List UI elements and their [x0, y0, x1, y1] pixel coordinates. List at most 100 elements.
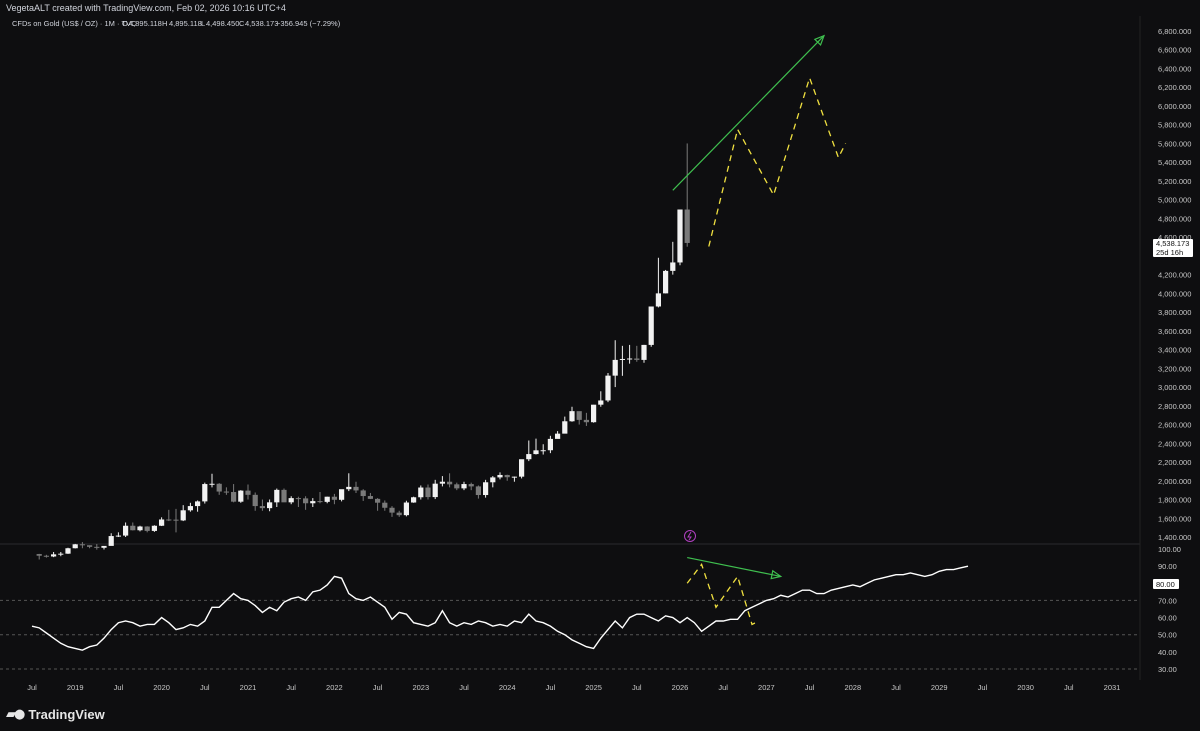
legend-open-label: O: [122, 19, 128, 28]
price-projection-path: [708, 75, 847, 247]
candle-body: [598, 400, 604, 405]
candle: [475, 485, 481, 499]
price-tick-label: 2,800.000: [1158, 402, 1191, 411]
price-tick-label: 2,200.000: [1158, 458, 1191, 467]
candle: [58, 551, 64, 557]
time-tick-label: 2022: [326, 683, 343, 692]
price-tick-label: 5,000.000: [1158, 196, 1191, 205]
candle-body: [310, 501, 316, 504]
candle: [195, 500, 201, 512]
candle-body: [252, 494, 258, 507]
price-tick-label: 5,400.000: [1158, 158, 1191, 167]
candle-body: [331, 496, 337, 500]
price-tick-label: 6,800.000: [1158, 27, 1191, 36]
candle-body: [583, 419, 589, 423]
candle-body: [339, 489, 345, 500]
rsi-value-badge[interactable]: 80.00: [1153, 579, 1179, 589]
candle-body: [619, 358, 625, 360]
candle: [612, 340, 618, 388]
candle: [108, 533, 114, 546]
candle: [555, 431, 561, 439]
candle-body: [663, 270, 669, 294]
candle: [641, 344, 647, 363]
candle: [454, 482, 460, 491]
candle: [36, 553, 42, 560]
candle: [562, 416, 568, 434]
time-tick-label: 2031: [1104, 683, 1121, 692]
candle-body: [547, 438, 553, 451]
price-tick-label: 6,000.000: [1158, 102, 1191, 111]
rsi-tick-label: 40.00: [1158, 648, 1177, 657]
time-tick-label: 2026: [672, 683, 689, 692]
candle-body: [151, 525, 157, 531]
candle: [101, 545, 107, 550]
candle: [648, 306, 654, 347]
candle-body: [65, 548, 71, 554]
last-price-badge[interactable]: 4,538.173 25d 16h: [1153, 239, 1193, 257]
legend-open-value: 4,895.118: [129, 19, 162, 28]
candle-body: [569, 411, 575, 422]
candle-body: [58, 553, 64, 555]
candle-body: [231, 492, 237, 502]
tradingview-logo-icon: ▰●: [6, 706, 25, 722]
candle: [569, 406, 575, 422]
price-tick-label: 3,000.000: [1158, 383, 1191, 392]
candle: [684, 143, 690, 247]
time-tick-label: Jul: [27, 683, 37, 692]
candle-body: [627, 358, 633, 360]
candle-body: [94, 546, 100, 548]
candle: [72, 543, 78, 549]
candle: [461, 481, 467, 491]
candle-body: [180, 510, 186, 521]
candle: [511, 476, 517, 482]
candle-body: [317, 501, 323, 503]
candle-body: [144, 526, 150, 531]
rsi-trendline[interactable]: [687, 556, 781, 578]
price-tick-label: 1,800.000: [1158, 496, 1191, 505]
candle: [166, 509, 172, 522]
candle: [360, 489, 366, 501]
candle-body: [223, 491, 229, 493]
price-trendline[interactable]: [672, 35, 825, 191]
price-axis[interactable]: 6,800.000 6,600.000 6,400.000 6,200.000 6,00…: [1158, 27, 1191, 542]
legend-symbol: CFDs on Gold (US$ / OZ) · 1M · TVC: [12, 19, 137, 28]
rsi-tick-label: 50.00: [1158, 631, 1177, 640]
candle-body: [195, 501, 201, 507]
candle-body: [360, 490, 366, 497]
candle-body: [375, 498, 381, 503]
candle-body: [533, 450, 539, 455]
candle-body: [447, 481, 453, 485]
candle-body: [432, 483, 438, 498]
candle: [677, 209, 683, 266]
candle: [238, 490, 244, 503]
tradingview-logo[interactable]: ▰● TradingView: [6, 705, 105, 723]
time-tick-label: 2029: [931, 683, 948, 692]
time-axis[interactable]: Jul 2019 Jul 2020 Jul 2021 Jul 2022 Jul 2023 Jul 20…: [27, 683, 1120, 692]
candle-body: [403, 502, 409, 516]
candle: [346, 473, 352, 492]
rsi-axis[interactable]: 100.00 90.00 70.00 60.00 50.00 40.00 30.00: [1158, 545, 1181, 674]
price-tick-label: 3,200.000: [1158, 364, 1191, 373]
alert-icon[interactable]: [684, 530, 696, 542]
legend-close-value: 4,538.173: [245, 19, 278, 28]
price-tick-label: 4,200.000: [1158, 271, 1191, 280]
candle: [115, 532, 121, 537]
rsi-value: 80.00: [1156, 580, 1175, 589]
candle: [670, 241, 676, 275]
candle: [519, 459, 525, 479]
rsi-tick-label: 90.00: [1158, 562, 1177, 571]
candle: [605, 373, 611, 403]
candle-body: [591, 404, 597, 423]
candle: [267, 499, 273, 512]
candle: [490, 476, 496, 488]
price-tick-label: 2,600.000: [1158, 421, 1191, 430]
legend-low-value: 4,498.450: [206, 19, 239, 28]
time-tick-label: Jul: [891, 683, 901, 692]
chart-area[interactable]: CFDs on Gold (US$ / OZ) · 1M · TVC O 4,8…: [0, 0, 1200, 731]
candle: [504, 474, 510, 481]
price-tick-label: 6,400.000: [1158, 64, 1191, 73]
candle: [288, 496, 294, 505]
candle-body: [209, 483, 215, 485]
candle-body: [461, 484, 467, 489]
time-tick-label: Jul: [373, 683, 383, 692]
